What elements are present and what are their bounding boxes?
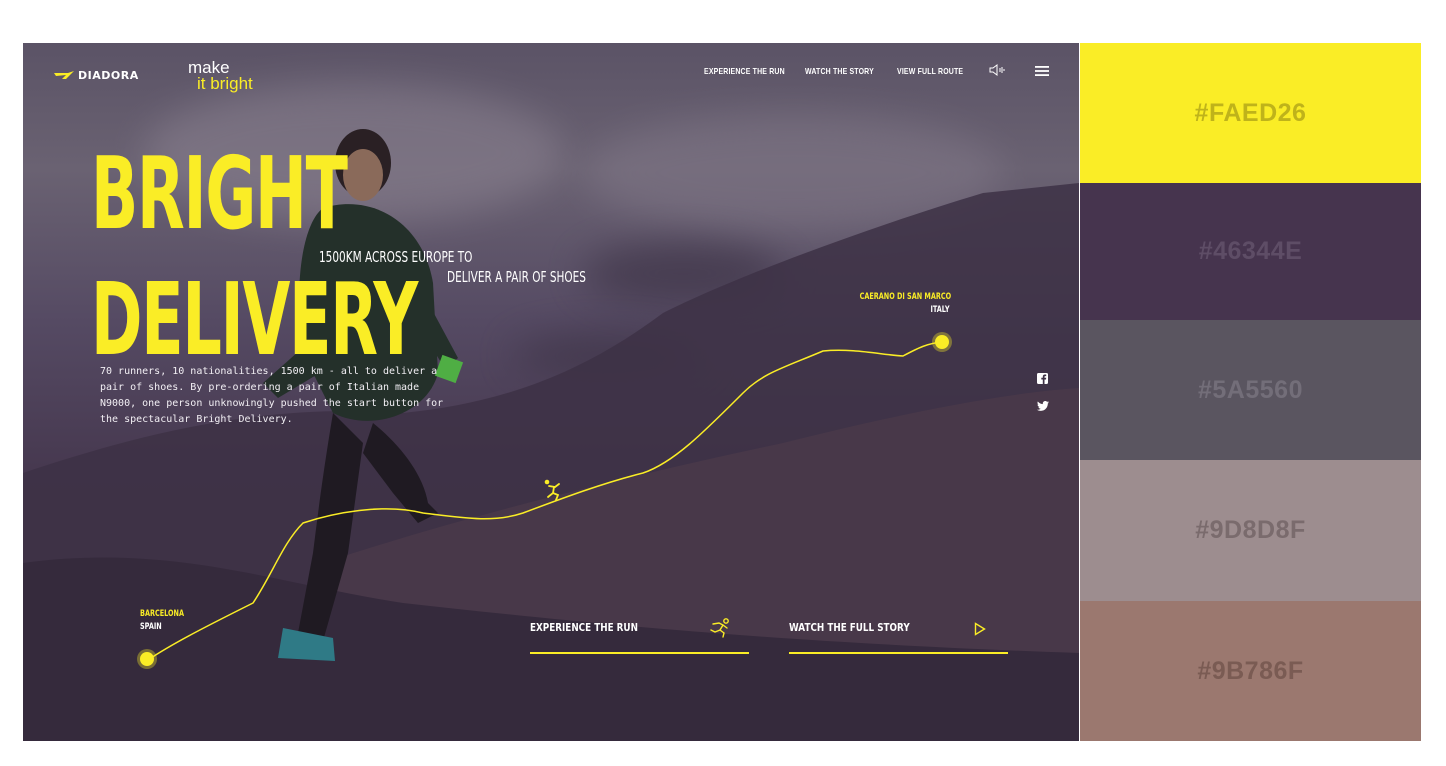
hamburger-icon[interactable] xyxy=(1035,65,1049,77)
brand-name[interactable]: DIADORA xyxy=(78,69,139,82)
nav-watch-the-story[interactable]: WATCH THE STORY xyxy=(805,66,874,76)
cta-watch-full-story-label[interactable]: WATCH THE FULL STORY xyxy=(789,621,910,634)
speaker-icon[interactable] xyxy=(989,64,1007,76)
swatch-label: #5A5560 xyxy=(1198,375,1303,404)
swatch-label: #9B786F xyxy=(1197,656,1304,685)
hero-title-line1: BRIGHT xyxy=(91,135,348,252)
tagline-bottom: it bright xyxy=(197,74,253,93)
route-start-marker[interactable] xyxy=(140,652,154,666)
hero-title-line2: DELIVERY xyxy=(91,261,418,378)
cta-experience-the-run-label[interactable]: EXPERIENCE THE RUN xyxy=(530,621,638,634)
swatch-label: #46344E xyxy=(1198,237,1303,265)
hero-subtitle-line2: DELIVER A PAIR OF SHOES xyxy=(447,268,586,286)
hero-description: 70 runners, 10 nationalities, 1500 km - … xyxy=(100,366,444,425)
swatch-3: #5A5560 xyxy=(1080,320,1421,460)
swatch-1: #FAED26 xyxy=(1080,43,1421,183)
hero-panel: DIADORA make it bright EXPERIENCE THE RU… xyxy=(23,43,1079,741)
cta-story-underline xyxy=(789,652,1008,654)
twitter-icon[interactable] xyxy=(1037,401,1049,411)
route-end-city: CAERANO DI SAN MARCO xyxy=(859,292,951,302)
swatch-5: #9B786F xyxy=(1080,601,1421,741)
play-icon[interactable] xyxy=(974,622,986,636)
route-end-country: ITALY xyxy=(930,305,950,315)
cta-experience-underline xyxy=(530,652,749,654)
nav-experience-the-run[interactable]: EXPERIENCE THE RUN xyxy=(704,66,785,76)
nav-view-full-route[interactable]: VIEW FULL ROUTE xyxy=(897,66,963,76)
swatch-label: #9D8D8F xyxy=(1195,516,1306,544)
route-end-marker[interactable] xyxy=(935,335,949,349)
route-start-city: BARCELONA xyxy=(140,609,184,619)
facebook-icon[interactable] xyxy=(1037,373,1048,384)
hero-subtitle-line1: 1500KM ACROSS EUROPE TO xyxy=(319,248,473,266)
swatch-2: #46344E xyxy=(1080,183,1421,320)
swatch-label: #FAED26 xyxy=(1194,98,1307,127)
runner-icon[interactable] xyxy=(709,618,731,638)
runner-icon[interactable] xyxy=(543,479,565,501)
diadora-logo-icon xyxy=(54,71,74,79)
swatch-4: #9D8D8F xyxy=(1080,460,1421,601)
route-start-country: SPAIN xyxy=(140,622,162,632)
